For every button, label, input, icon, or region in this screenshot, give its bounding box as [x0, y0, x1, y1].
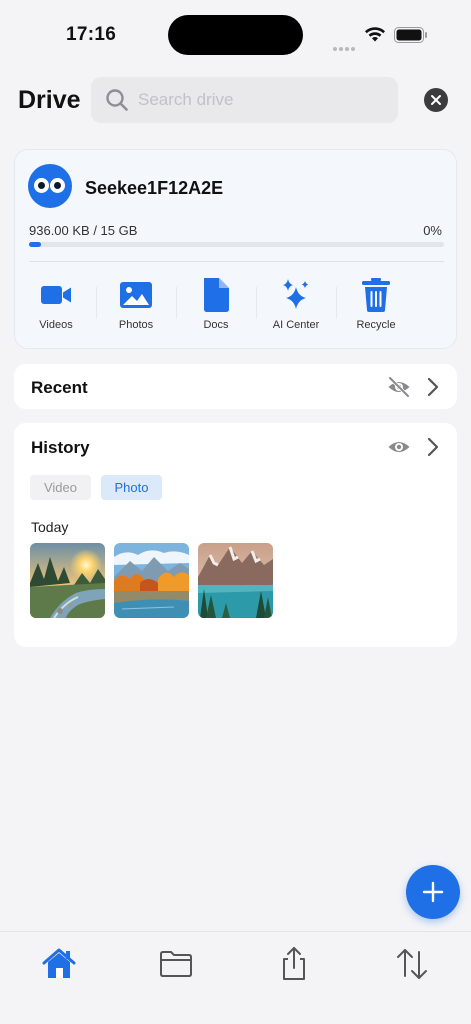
home-icon[interactable]: [39, 944, 79, 984]
storage-progress-fill: [29, 242, 42, 247]
storage-progress-bar: [29, 242, 444, 247]
document-icon: [204, 278, 229, 312]
quick-action-label: Photos: [118, 319, 154, 331]
status-time: 17:16: [66, 24, 117, 45]
eye-off-icon[interactable]: [387, 375, 411, 399]
storage-used-label: 936.00 KB / 15 GB: [29, 223, 138, 238]
recent-section[interactable]: Recent: [14, 364, 457, 409]
quick-action-label: Recycle: [356, 319, 396, 331]
quick-action-recycle[interactable]: Recycle: [336, 275, 416, 339]
clear-search-button[interactable]: [424, 88, 448, 112]
plus-icon: [422, 881, 444, 903]
quick-action-label: AI Center: [272, 319, 320, 331]
divider: [29, 261, 444, 262]
quick-action-docs[interactable]: Docs: [176, 275, 256, 339]
date-group-label: Today: [31, 519, 69, 535]
account-card: Seekee1F12A2E 936.00 KB / 15 GB 0% Video…: [14, 149, 457, 349]
folder-icon[interactable]: [156, 944, 196, 984]
history-section: History Video Photo Today: [14, 423, 457, 647]
sparkle-icon: [283, 279, 309, 309]
dynamic-island: [168, 15, 303, 55]
add-button[interactable]: [406, 865, 460, 919]
history-title: History: [31, 438, 90, 457]
page-title: Drive: [18, 86, 81, 114]
header: Drive: [0, 76, 471, 124]
chevron-right-icon[interactable]: [426, 377, 440, 397]
quick-action-ai-center[interactable]: AI Center: [256, 275, 336, 339]
battery-icon: [394, 27, 427, 43]
cellular-signal-icon: [333, 38, 357, 51]
mountain-lake-photo[interactable]: [198, 543, 273, 618]
bottom-nav: [0, 931, 471, 1024]
autumn-lake-photo[interactable]: [114, 543, 189, 618]
filter-video-chip[interactable]: Video: [30, 475, 91, 500]
status-bar: 17:16: [0, 0, 471, 70]
river-sunset-photo[interactable]: [30, 543, 105, 618]
share-icon[interactable]: [274, 944, 314, 984]
quick-action-label: Docs: [203, 319, 229, 331]
recent-title: Recent: [31, 378, 88, 397]
account-name: Seekee1F12A2E: [85, 178, 224, 198]
quick-action-photos[interactable]: Photos: [96, 275, 176, 339]
quick-action-label: Videos: [39, 319, 73, 331]
storage-percent-label: 0%: [423, 223, 442, 238]
wifi-icon: [365, 27, 385, 42]
trash-icon: [362, 278, 390, 312]
search-input[interactable]: [138, 77, 388, 123]
eye-icon[interactable]: [387, 435, 411, 459]
search-icon: [106, 89, 128, 111]
quick-action-videos[interactable]: Videos: [16, 275, 96, 339]
avatar[interactable]: [28, 164, 72, 208]
search-box[interactable]: [91, 77, 398, 123]
transfer-icon[interactable]: [392, 944, 432, 984]
video-icon: [41, 286, 71, 304]
image-icon: [120, 282, 152, 308]
chevron-right-icon[interactable]: [426, 437, 440, 457]
filter-photo-chip[interactable]: Photo: [101, 475, 162, 500]
quick-actions: Videos Photos Docs AI Center Recycle: [15, 275, 456, 339]
close-icon: [431, 95, 441, 105]
